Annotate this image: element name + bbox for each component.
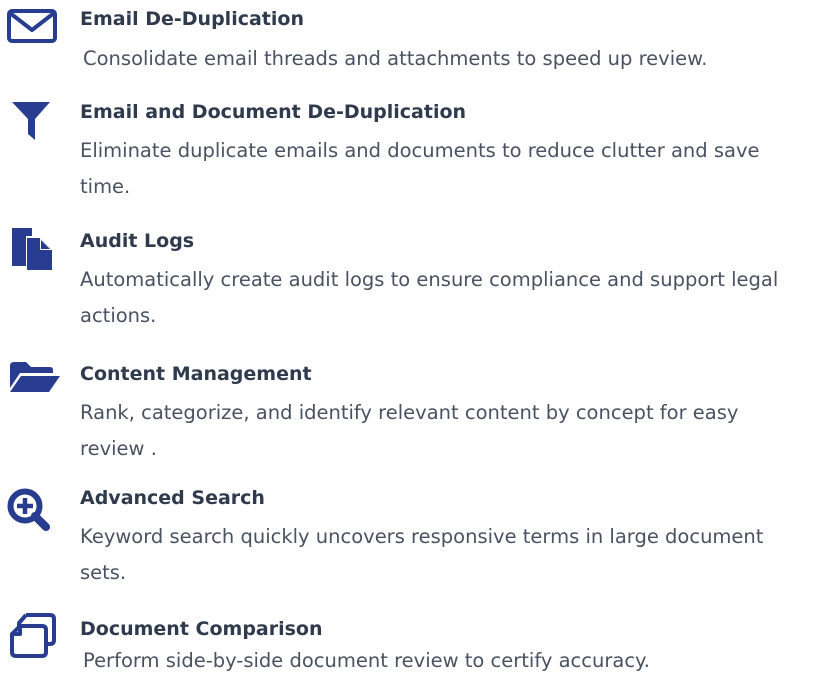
feature-title: Content Management <box>80 363 312 385</box>
folder-open-icon <box>6 360 60 410</box>
compare-documents-icon <box>6 612 60 662</box>
feature-description: Rank, categorize, and identify relevant … <box>80 401 739 460</box>
zoom-in-icon <box>6 487 60 537</box>
feature-title: Document Comparison <box>80 618 323 640</box>
feature-description: Automatically create audit logs to ensur… <box>80 268 779 327</box>
feature-title: Email De-Duplication <box>80 8 304 30</box>
feature-description: Eliminate duplicate emails and documents… <box>80 139 760 198</box>
feature-title: Audit Logs <box>80 230 195 252</box>
feature-title: Email and Document De-Duplication <box>80 101 467 123</box>
copy-files-icon <box>6 226 60 276</box>
feature-description: Keyword search quickly uncovers responsi… <box>80 525 764 584</box>
funnel-icon <box>6 100 60 150</box>
envelope-icon <box>6 8 60 58</box>
feature-description: Perform side-by-side document review to … <box>83 649 650 672</box>
feature-title: Advanced Search <box>80 487 265 509</box>
feature-description: Consolidate email threads and attachment… <box>83 47 708 70</box>
